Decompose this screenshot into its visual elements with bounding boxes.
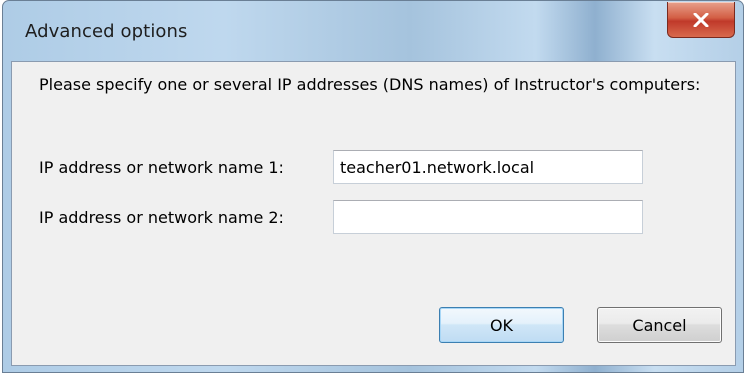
ok-button[interactable]: OK — [439, 307, 564, 343]
ip-address-1-input[interactable] — [333, 150, 643, 184]
window-title: Advanced options — [25, 21, 188, 42]
instruction-text: Please specify one or several IP address… — [39, 75, 701, 94]
advanced-options-window: Advanced options Please specify one or s… — [2, 0, 744, 373]
ip-address-1-label: IP address or network name 1: — [39, 158, 284, 177]
dialog-content: Please specify one or several IP address… — [11, 61, 736, 366]
ip-address-2-label: IP address or network name 2: — [39, 208, 284, 227]
close-x-icon — [693, 12, 709, 27]
window-bottom-border — [3, 364, 743, 372]
title-bar[interactable]: Advanced options — [3, 1, 743, 63]
cancel-button[interactable]: Cancel — [597, 307, 722, 343]
ip-address-2-input[interactable] — [333, 200, 643, 234]
close-button[interactable] — [667, 2, 735, 38]
